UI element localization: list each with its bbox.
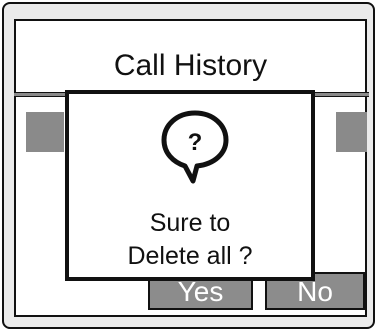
- selected-list-item-right: [336, 112, 367, 152]
- confirm-delete-dialog: ? Sure to Delete all ?: [65, 90, 315, 281]
- call-history-screen: Call History Yes No ? Sure to Delete all…: [14, 19, 369, 317]
- page-title: Call History: [113, 49, 268, 82]
- dialog-message: Sure to Delete all ?: [69, 207, 311, 273]
- svg-text:?: ?: [188, 129, 203, 156]
- dialog-message-line1: Sure to: [149, 209, 231, 237]
- dialog-message-line2: Delete all ?: [127, 242, 253, 270]
- selected-list-item-left: [26, 112, 64, 152]
- device-frame: Call History Yes No ? Sure to Delete all…: [2, 2, 375, 329]
- question-bubble-icon: ?: [161, 110, 229, 184]
